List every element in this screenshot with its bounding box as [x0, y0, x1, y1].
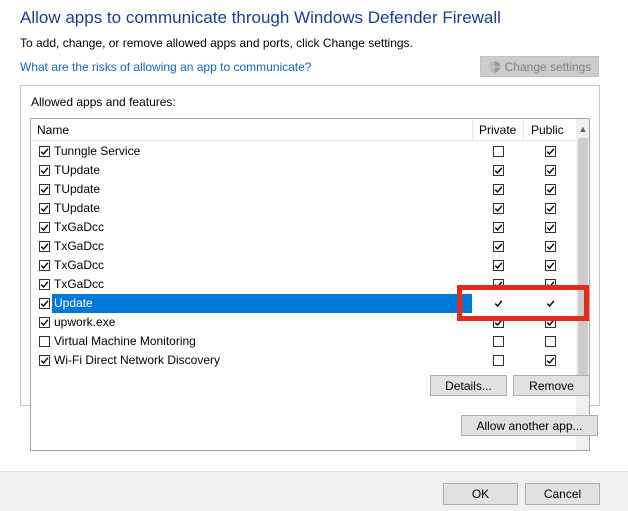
page-title: Allow apps to communicate through Window…: [20, 8, 501, 27]
table-row[interactable]: TxGaDcc: [31, 256, 576, 275]
app-name: TxGaDcc: [54, 220, 105, 234]
app-name: Wi-Fi Direct Network Discovery: [54, 353, 221, 367]
app-enabled-checkbox[interactable]: [39, 184, 50, 195]
public-checkbox[interactable]: [545, 203, 556, 214]
public-checkbox[interactable]: [545, 317, 556, 328]
details-button[interactable]: Details...: [430, 375, 507, 396]
private-checkbox[interactable]: [493, 336, 504, 347]
private-checkbox[interactable]: [493, 146, 504, 157]
table-row[interactable]: TUpdate: [31, 199, 576, 218]
public-checkbox[interactable]: [545, 241, 556, 252]
app-enabled-checkbox[interactable]: [39, 298, 50, 309]
list-header: Name Private Public: [31, 119, 576, 141]
change-settings-label: Change settings: [504, 59, 592, 74]
public-checkbox[interactable]: [545, 298, 556, 309]
private-checkbox[interactable]: [493, 279, 504, 290]
app-enabled-checkbox[interactable]: [39, 317, 50, 328]
app-enabled-checkbox[interactable]: [39, 279, 50, 290]
app-name: TUpdate: [54, 163, 101, 177]
app-name: TxGaDcc: [54, 277, 105, 291]
allow-another-app-button[interactable]: Allow another app...: [461, 415, 598, 436]
column-header-name[interactable]: Name: [31, 119, 472, 141]
app-name: TxGaDcc: [54, 258, 105, 272]
app-enabled-checkbox[interactable]: [39, 336, 50, 347]
table-row[interactable]: Tunngle Service: [31, 142, 576, 161]
allowed-apps-label: Allowed apps and features:: [31, 95, 176, 109]
table-row[interactable]: TxGaDcc: [31, 218, 576, 237]
public-checkbox[interactable]: [545, 165, 556, 176]
table-row[interactable]: TUpdate: [31, 161, 576, 180]
column-header-private[interactable]: Private: [472, 119, 523, 141]
private-checkbox[interactable]: [493, 260, 504, 271]
scroll-up-icon[interactable]: ▲: [576, 122, 589, 136]
shield-icon: [488, 60, 502, 74]
table-row[interactable]: TxGaDcc: [31, 275, 576, 294]
table-row[interactable]: Wi-Fi Direct Network Discovery: [31, 351, 576, 370]
table-row[interactable]: Update: [31, 294, 576, 313]
private-checkbox[interactable]: [493, 241, 504, 252]
remove-button[interactable]: Remove: [513, 375, 590, 396]
public-checkbox[interactable]: [545, 222, 556, 233]
ok-button[interactable]: OK: [443, 483, 518, 505]
public-checkbox[interactable]: [545, 336, 556, 347]
list-rows: Tunngle Service TUpdate TUpdate TUpdate TxGa…: [31, 142, 576, 370]
public-checkbox[interactable]: [545, 184, 556, 195]
public-checkbox[interactable]: [545, 279, 556, 290]
scroll-thumb[interactable]: [578, 138, 588, 377]
app-name: Virtual Machine Monitoring: [54, 334, 196, 348]
column-header-public[interactable]: Public: [523, 119, 576, 141]
app-enabled-checkbox[interactable]: [39, 260, 50, 271]
app-enabled-checkbox[interactable]: [39, 165, 50, 176]
app-enabled-checkbox[interactable]: [39, 355, 50, 366]
vertical-scrollbar[interactable]: ▲ ▼: [576, 119, 589, 450]
allowed-apps-group: Allowed apps and features: Name Private …: [20, 85, 600, 451]
table-row[interactable]: upwork.exe: [31, 313, 576, 332]
private-checkbox[interactable]: [493, 184, 504, 195]
public-checkbox[interactable]: [545, 146, 556, 157]
app-name: TUpdate: [54, 201, 101, 215]
app-name: TUpdate: [54, 182, 101, 196]
private-checkbox[interactable]: [493, 317, 504, 328]
private-checkbox[interactable]: [493, 298, 504, 309]
change-settings-button[interactable]: Change settings: [480, 56, 599, 77]
public-checkbox[interactable]: [545, 355, 556, 366]
private-checkbox[interactable]: [493, 165, 504, 176]
private-checkbox[interactable]: [493, 355, 504, 366]
cancel-button[interactable]: Cancel: [525, 483, 600, 505]
app-name: Update: [52, 294, 472, 313]
app-enabled-checkbox[interactable]: [39, 203, 50, 214]
private-checkbox[interactable]: [493, 203, 504, 214]
page-subtitle: To add, change, or remove allowed apps a…: [20, 36, 413, 50]
app-enabled-checkbox[interactable]: [39, 146, 50, 157]
app-enabled-checkbox[interactable]: [39, 222, 50, 233]
private-checkbox[interactable]: [493, 222, 504, 233]
public-checkbox[interactable]: [545, 260, 556, 271]
risks-link[interactable]: What are the risks of allowing an app to…: [20, 60, 311, 74]
app-name: TxGaDcc: [54, 239, 105, 253]
table-row[interactable]: TxGaDcc: [31, 237, 576, 256]
allowed-apps-list[interactable]: Name Private Public Tunngle Service TUpda…: [30, 118, 590, 451]
app-name: Tunngle Service: [54, 144, 141, 158]
table-row[interactable]: Virtual Machine Monitoring: [31, 332, 576, 351]
app-name: upwork.exe: [54, 315, 116, 329]
app-enabled-checkbox[interactable]: [39, 241, 50, 252]
table-row[interactable]: TUpdate: [31, 180, 576, 199]
